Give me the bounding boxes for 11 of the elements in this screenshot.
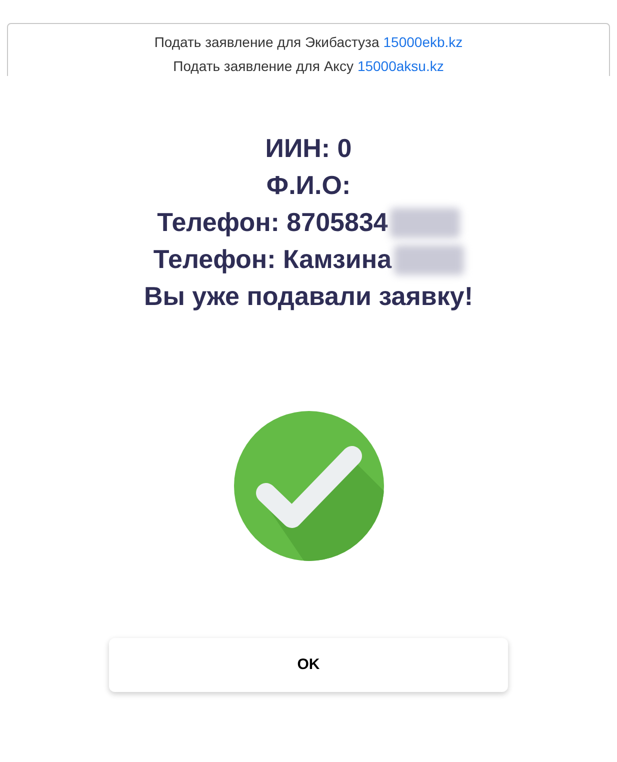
site-link[interactable]: 15000ekb.kz — [383, 32, 463, 53]
info-line: Телефон: Камзина — [153, 243, 392, 276]
site-link[interactable]: 15000aksu.kz — [357, 56, 444, 77]
checkmark-icon — [234, 411, 384, 561]
info-line: Ф.И.О: — [266, 169, 351, 202]
ok-button[interactable]: OK — [109, 638, 508, 692]
info-line: Вы уже подавали заявку! — [144, 280, 474, 313]
info-line: ИИН: 0 — [265, 132, 352, 165]
notice-text: Подать заявление для Аксу — [173, 57, 354, 76]
info-line: Телефон: 8705834 — [157, 206, 388, 239]
notice-text: Подать заявление для Экибастуза — [154, 33, 380, 52]
